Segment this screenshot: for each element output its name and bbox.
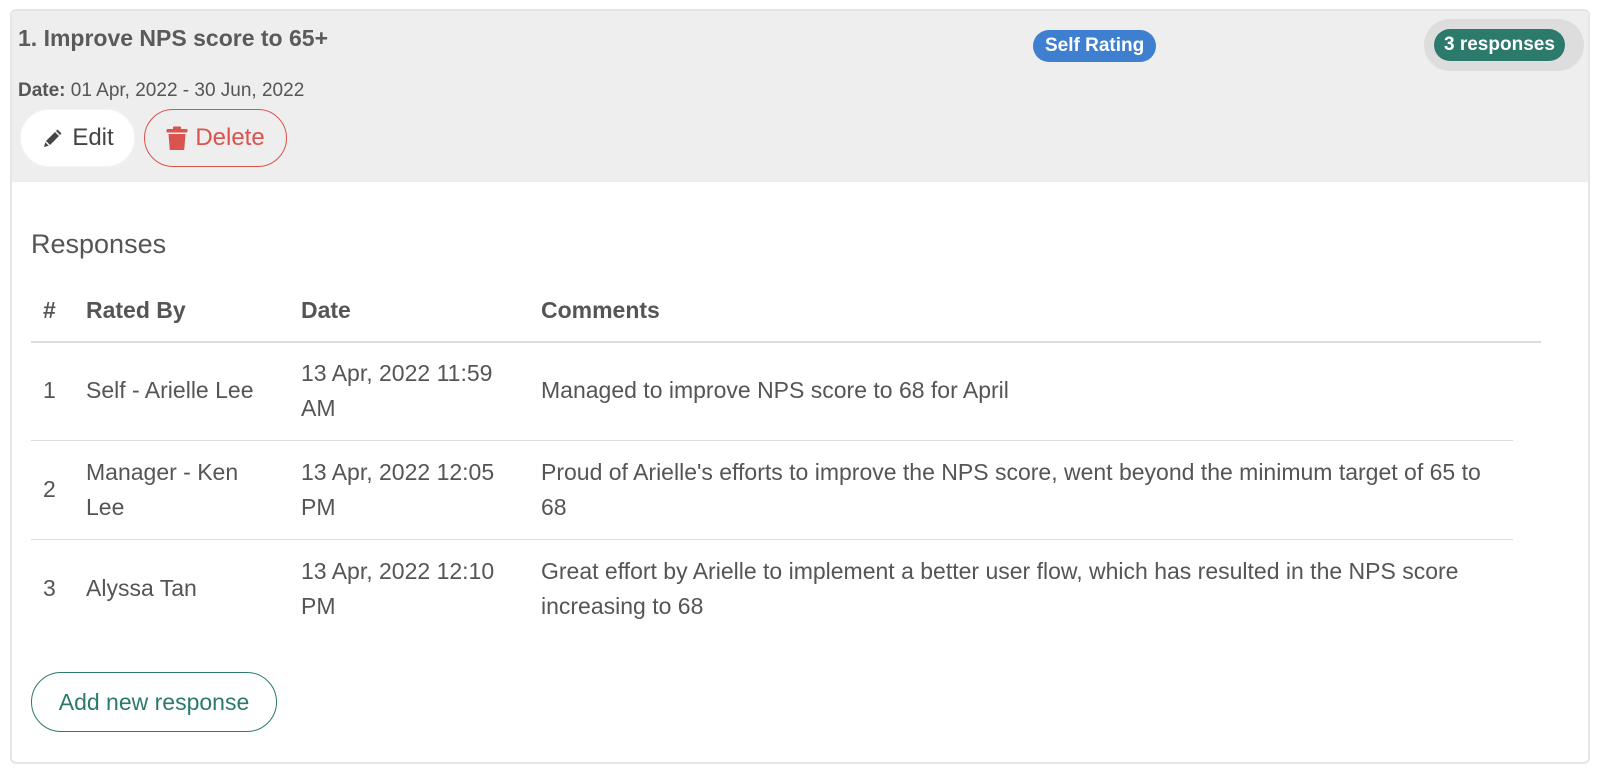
goal-header: 1. Improve NPS score to 65+ Self Rating … <box>12 11 1588 182</box>
responses-table-header: # Rated By Date Comments <box>31 285 1541 343</box>
col-header-rated-by: Rated By <box>86 297 186 323</box>
self-rating-badge: Self Rating <box>1033 30 1157 62</box>
row-rated-by: Manager - Ken Lee <box>86 459 239 520</box>
col-header-comments: Comments <box>541 297 660 323</box>
table-row: 2 Manager - Ken Lee 13 Apr, 2022 12:05 P… <box>31 441 1513 540</box>
row-number: 3 <box>43 575 56 601</box>
goal-title: 1. Improve NPS score to 65+ <box>18 25 328 51</box>
row-number: 2 <box>43 476 56 502</box>
edit-label: Edit <box>72 124 114 151</box>
goal-card: 1. Improve NPS score to 65+ Self Rating … <box>10 9 1590 764</box>
goal-date: Date: 01 Apr, 2022 - 30 Jun, 2022 <box>18 80 304 102</box>
edit-button[interactable]: Edit <box>20 109 135 167</box>
row-date: 13 Apr, 2022 12:05 PM <box>301 459 495 520</box>
add-response-label: Add new response <box>58 688 250 715</box>
add-response-button[interactable]: Add new response <box>31 672 277 732</box>
delete-label: Delete <box>195 124 265 151</box>
table-row: 3 Alyssa Tan 13 Apr, 2022 12:10 PM Great… <box>31 540 1513 638</box>
row-date: 13 Apr, 2022 12:10 PM <box>301 558 495 619</box>
table-row: 1 Self - Arielle Lee 13 Apr, 2022 11:59 … <box>31 342 1513 441</box>
row-rated-by: Self - Arielle Lee <box>86 377 254 403</box>
row-comment: Managed to improve NPS score to 68 for A… <box>541 377 1009 403</box>
date-value: 01 Apr, 2022 - 30 Jun, 2022 <box>70 80 305 101</box>
date-label: Date: <box>18 80 66 101</box>
delete-button[interactable]: Delete <box>144 109 287 167</box>
responses-count-badge: 3 responses <box>1434 29 1565 61</box>
row-rated-by: Alyssa Tan <box>86 575 197 601</box>
trash-icon <box>166 126 188 151</box>
col-header-date: Date <box>301 297 351 323</box>
col-header-number: # <box>43 297 56 323</box>
row-number: 1 <box>43 377 56 403</box>
row-comment: Great effort by Arielle to implement a b… <box>541 558 1459 619</box>
responses-heading: Responses <box>31 229 167 259</box>
row-date: 13 Apr, 2022 11:59 AM <box>301 360 493 421</box>
row-comment: Proud of Arielle's efforts to improve th… <box>541 459 1481 520</box>
pencil-icon <box>41 126 65 150</box>
responses-count-toggle[interactable]: 3 responses <box>1424 19 1584 71</box>
